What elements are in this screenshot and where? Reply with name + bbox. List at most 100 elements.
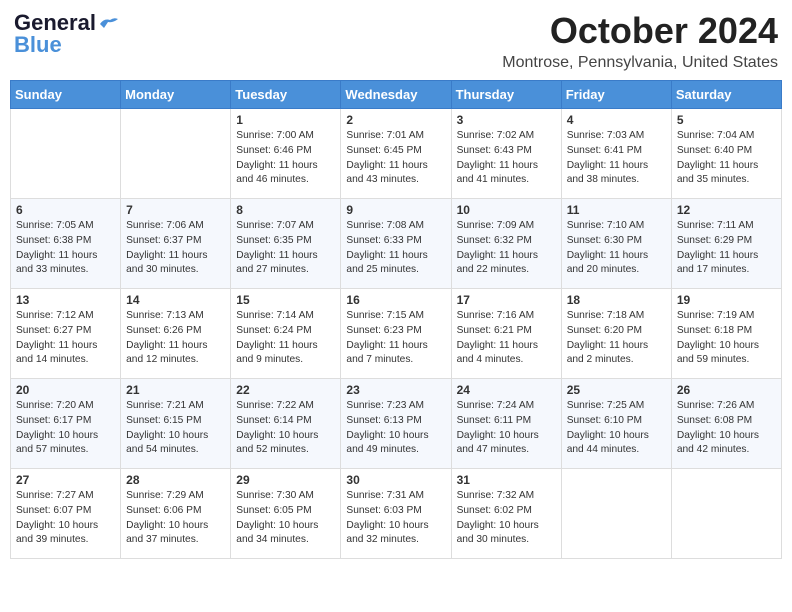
day-number: 9: [346, 203, 445, 217]
weekday-header-tuesday: Tuesday: [231, 81, 341, 109]
calendar-cell: 9 Sunrise: 7:08 AMSunset: 6:33 PMDaylight…: [341, 199, 451, 289]
logo: General Blue: [14, 10, 120, 58]
calendar-cell: 26Sunrise: 7:26 AMSunset: 6:08 PMDayligh…: [671, 379, 781, 469]
day-info: Sunrise: 7:21 AMSunset: 6:15 PMDaylight:…: [126, 399, 225, 458]
day-number: 17: [457, 293, 556, 307]
title-block: October 2024 Montrose, Pennsylvania, Uni…: [502, 10, 778, 72]
day-number: 5: [677, 113, 776, 127]
calendar-cell: 18 Sunrise: 7:18 AMSunset: 6:20 PMDayligh…: [561, 289, 671, 379]
calendar-cell: 11 Sunrise: 7:10 AMSunset: 6:30 PMDayligh…: [561, 199, 671, 289]
day-info: Sunrise: 7:16 AMSunset: 6:21 PMDaylight:…: [457, 309, 556, 368]
day-number: 24: [457, 383, 556, 397]
calendar-cell: 21Sunrise: 7:21 AMSunset: 6:15 PMDayligh…: [121, 379, 231, 469]
day-info: Sunrise: 7:23 AMSunset: 6:13 PMDaylight:…: [346, 399, 445, 458]
calendar-header-row: SundayMondayTuesdayWednesdayThursdayFrid…: [11, 81, 782, 109]
day-info: Sunrise: 7:11 AMSunset: 6:29 PMDaylight:…: [677, 219, 776, 278]
calendar-cell: 7Sunrise: 7:06 AMSunset: 6:37 PMDaylight…: [121, 199, 231, 289]
day-number: 15: [236, 293, 335, 307]
calendar-cell: [671, 469, 781, 559]
day-info: Sunrise: 7:20 AMSunset: 6:17 PMDaylight:…: [16, 399, 115, 458]
day-info: Sunrise: 7:15 AMSunset: 6:23 PMDaylight:…: [346, 309, 445, 368]
day-info: Sunrise: 7:04 AMSunset: 6:40 PMDaylight:…: [677, 129, 776, 188]
day-number: 11: [567, 203, 666, 217]
day-info: Sunrise: 7:18 AMSunset: 6:20 PMDaylight:…: [567, 309, 666, 368]
day-number: 31: [457, 473, 556, 487]
calendar-cell: [11, 109, 121, 199]
calendar-cell: 5 Sunrise: 7:04 AMSunset: 6:40 PMDaylight…: [671, 109, 781, 199]
day-info: Sunrise: 7:00 AMSunset: 6:46 PMDaylight:…: [236, 129, 335, 188]
calendar-week-row: 6 Sunrise: 7:05 AMSunset: 6:38 PMDaylight…: [11, 199, 782, 289]
calendar-cell: [561, 469, 671, 559]
day-number: 10: [457, 203, 556, 217]
calendar-cell: 8Sunrise: 7:07 AMSunset: 6:35 PMDaylight…: [231, 199, 341, 289]
day-info: Sunrise: 7:32 AMSunset: 6:02 PMDaylight:…: [457, 489, 556, 548]
day-number: 12: [677, 203, 776, 217]
main-title: October 2024: [502, 10, 778, 52]
day-info: Sunrise: 7:14 AMSunset: 6:24 PMDaylight:…: [236, 309, 335, 368]
calendar-cell: 31 Sunrise: 7:32 AMSunset: 6:02 PMDayligh…: [451, 469, 561, 559]
calendar-cell: 3Sunrise: 7:02 AMSunset: 6:43 PMDaylight…: [451, 109, 561, 199]
day-info: Sunrise: 7:31 AMSunset: 6:03 PMDaylight:…: [346, 489, 445, 548]
weekday-header-monday: Monday: [121, 81, 231, 109]
day-info: Sunrise: 7:06 AMSunset: 6:37 PMDaylight:…: [126, 219, 225, 278]
calendar-cell: 4 Sunrise: 7:03 AMSunset: 6:41 PMDaylight…: [561, 109, 671, 199]
calendar-cell: 29 Sunrise: 7:30 AMSunset: 6:05 PMDayligh…: [231, 469, 341, 559]
calendar-cell: 20 Sunrise: 7:20 AMSunset: 6:17 PMDayligh…: [11, 379, 121, 469]
calendar-table: SundayMondayTuesdayWednesdayThursdayFrid…: [10, 80, 782, 559]
day-number: 13: [16, 293, 115, 307]
weekday-header-friday: Friday: [561, 81, 671, 109]
calendar-cell: 15 Sunrise: 7:14 AMSunset: 6:24 PMDayligh…: [231, 289, 341, 379]
calendar-cell: 6 Sunrise: 7:05 AMSunset: 6:38 PMDaylight…: [11, 199, 121, 289]
calendar-cell: 16 Sunrise: 7:15 AMSunset: 6:23 PMDayligh…: [341, 289, 451, 379]
calendar-cell: 23 Sunrise: 7:23 AMSunset: 6:13 PMDayligh…: [341, 379, 451, 469]
day-info: Sunrise: 7:27 AMSunset: 6:07 PMDaylight:…: [16, 489, 115, 548]
calendar-week-row: 13Sunrise: 7:12 AMSunset: 6:27 PMDayligh…: [11, 289, 782, 379]
calendar-week-row: 20 Sunrise: 7:20 AMSunset: 6:17 PMDayligh…: [11, 379, 782, 469]
subtitle: Montrose, Pennsylvania, United States: [502, 54, 778, 72]
calendar-cell: 25 Sunrise: 7:25 AMSunset: 6:10 PMDayligh…: [561, 379, 671, 469]
calendar-cell: 30 Sunrise: 7:31 AMSunset: 6:03 PMDayligh…: [341, 469, 451, 559]
calendar-week-row: 1Sunrise: 7:00 AMSunset: 6:46 PMDaylight…: [11, 109, 782, 199]
day-number: 14: [126, 293, 225, 307]
day-number: 3: [457, 113, 556, 127]
day-info: Sunrise: 7:13 AMSunset: 6:26 PMDaylight:…: [126, 309, 225, 368]
day-number: 29: [236, 473, 335, 487]
calendar-cell: 19Sunrise: 7:19 AMSunset: 6:18 PMDayligh…: [671, 289, 781, 379]
calendar-cell: 13Sunrise: 7:12 AMSunset: 6:27 PMDayligh…: [11, 289, 121, 379]
day-info: Sunrise: 7:30 AMSunset: 6:05 PMDaylight:…: [236, 489, 335, 548]
day-info: Sunrise: 7:05 AMSunset: 6:38 PMDaylight:…: [16, 219, 115, 278]
day-number: 19: [677, 293, 776, 307]
day-number: 20: [16, 383, 115, 397]
logo-blue-text: Blue: [14, 32, 62, 58]
weekday-header-sunday: Sunday: [11, 81, 121, 109]
day-info: Sunrise: 7:25 AMSunset: 6:10 PMDaylight:…: [567, 399, 666, 458]
day-info: Sunrise: 7:29 AMSunset: 6:06 PMDaylight:…: [126, 489, 225, 548]
calendar-cell: 12 Sunrise: 7:11 AMSunset: 6:29 PMDayligh…: [671, 199, 781, 289]
day-info: Sunrise: 7:03 AMSunset: 6:41 PMDaylight:…: [567, 129, 666, 188]
day-number: 22: [236, 383, 335, 397]
day-number: 4: [567, 113, 666, 127]
day-number: 18: [567, 293, 666, 307]
calendar-cell: 24 Sunrise: 7:24 AMSunset: 6:11 PMDayligh…: [451, 379, 561, 469]
day-number: 28: [126, 473, 225, 487]
day-info: Sunrise: 7:01 AMSunset: 6:45 PMDaylight:…: [346, 129, 445, 188]
day-number: 30: [346, 473, 445, 487]
day-number: 23: [346, 383, 445, 397]
day-info: Sunrise: 7:07 AMSunset: 6:35 PMDaylight:…: [236, 219, 335, 278]
day-info: Sunrise: 7:08 AMSunset: 6:33 PMDaylight:…: [346, 219, 445, 278]
calendar-week-row: 27Sunrise: 7:27 AMSunset: 6:07 PMDayligh…: [11, 469, 782, 559]
calendar-cell: 17 Sunrise: 7:16 AMSunset: 6:21 PMDayligh…: [451, 289, 561, 379]
day-number: 6: [16, 203, 115, 217]
day-info: Sunrise: 7:09 AMSunset: 6:32 PMDaylight:…: [457, 219, 556, 278]
calendar-cell: 14 Sunrise: 7:13 AMSunset: 6:26 PMDayligh…: [121, 289, 231, 379]
weekday-header-saturday: Saturday: [671, 81, 781, 109]
page-header: General Blue October 2024 Montrose, Penn…: [10, 10, 782, 72]
day-info: Sunrise: 7:24 AMSunset: 6:11 PMDaylight:…: [457, 399, 556, 458]
day-number: 2: [346, 113, 445, 127]
calendar-cell: 28 Sunrise: 7:29 AMSunset: 6:06 PMDayligh…: [121, 469, 231, 559]
day-number: 16: [346, 293, 445, 307]
day-number: 25: [567, 383, 666, 397]
weekday-header-wednesday: Wednesday: [341, 81, 451, 109]
day-info: Sunrise: 7:10 AMSunset: 6:30 PMDaylight:…: [567, 219, 666, 278]
calendar-cell: 1Sunrise: 7:00 AMSunset: 6:46 PMDaylight…: [231, 109, 341, 199]
